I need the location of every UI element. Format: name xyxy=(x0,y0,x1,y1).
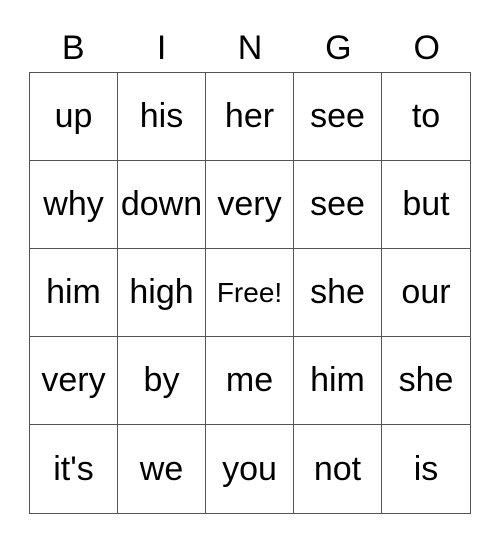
bingo-cell: is xyxy=(413,449,439,488)
bingo-cell: high xyxy=(118,249,206,337)
bingo-cell: to xyxy=(382,73,470,161)
bingo-cell: why xyxy=(30,161,118,249)
bingo-cell: see xyxy=(294,161,382,249)
bingo-header: B I N G O xyxy=(29,26,471,70)
bingo-cell: she xyxy=(294,249,382,337)
bingo-cell: his xyxy=(118,73,206,161)
bingo-cell: not xyxy=(294,425,382,513)
bingo-cell: very xyxy=(206,161,294,249)
bingo-cell: him xyxy=(294,337,382,425)
header-letter-i: I xyxy=(156,29,167,67)
bingo-cell: we xyxy=(118,425,206,513)
bingo-cell: you xyxy=(206,425,294,513)
bingo-cell: down xyxy=(118,161,206,249)
header-letter-b: B xyxy=(61,29,85,67)
bingo-cell: see xyxy=(294,73,382,161)
bingo-cell: but xyxy=(382,161,470,249)
bingo-cell: me xyxy=(206,337,294,425)
bingo-cell: our xyxy=(382,249,470,337)
bingo-cell: by xyxy=(118,337,206,425)
bingo-cell: him xyxy=(30,249,118,337)
header-letter-n: N xyxy=(237,29,263,67)
bingo-cell: very xyxy=(30,337,118,425)
bingo-grid: up his her see to why down very see but him high Fre… xyxy=(29,72,471,514)
bingo-cell: she xyxy=(382,337,470,425)
free-space-cell: Free! xyxy=(206,249,294,337)
bingo-cell: it's xyxy=(30,425,118,513)
bingo-cell: her xyxy=(206,73,294,161)
header-letter-g: G xyxy=(325,29,352,67)
header-letter-o: O xyxy=(413,29,440,67)
bingo-cell: up xyxy=(30,73,118,161)
